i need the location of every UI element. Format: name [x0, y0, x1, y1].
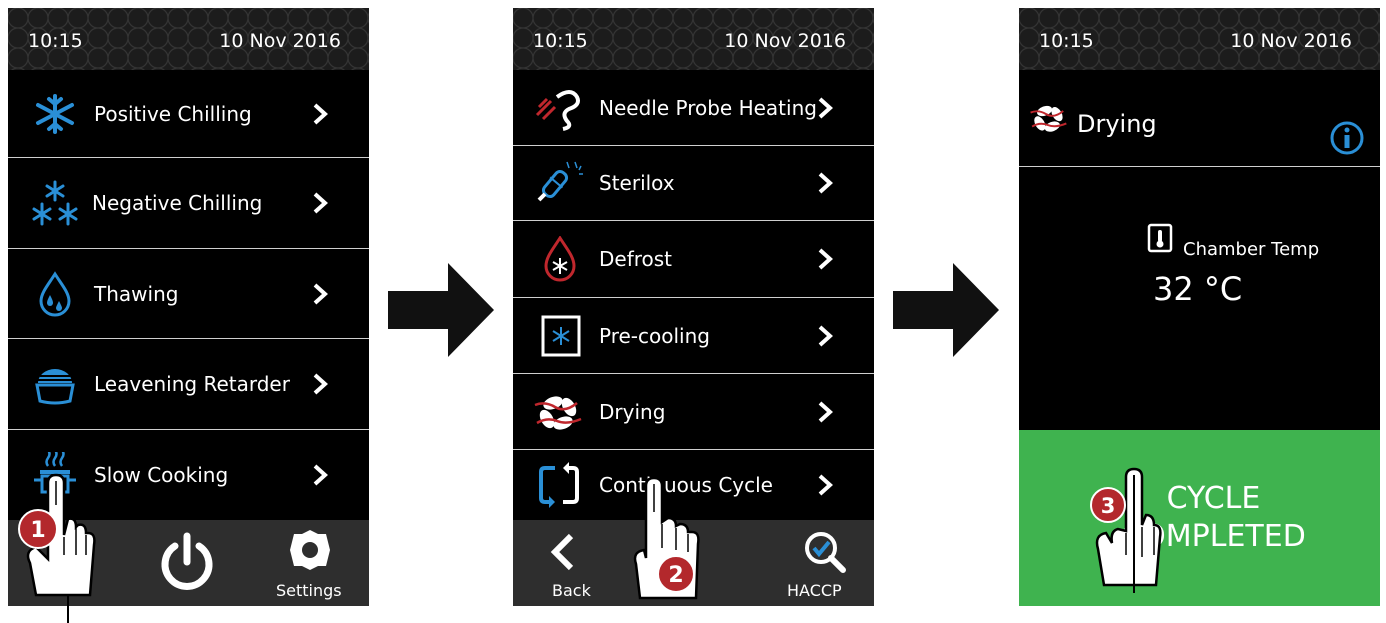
clock: 10:15: [1039, 30, 1094, 52]
cycle-title: Drying: [1077, 110, 1157, 138]
step-badge-1: 1: [30, 518, 45, 543]
menu-item-label: Needle Probe Heating: [599, 95, 817, 120]
status-bar: 10:15 10 Nov 2016: [8, 8, 369, 70]
status-bar: 10:15 10 Nov 2016: [513, 8, 874, 70]
menu-item-label: Positive Chilling: [94, 101, 252, 126]
drying-fan-icon: [534, 395, 582, 430]
info-icon[interactable]: [1329, 120, 1365, 156]
gear-icon: [290, 530, 330, 570]
temp-value: 32 °C: [1153, 270, 1243, 308]
menu-item-leavening-retarder[interactable]: Leavening Retarder: [8, 339, 369, 430]
date: 10 Nov 2016: [219, 30, 341, 52]
water-drop-icon: [39, 270, 71, 316]
menu-item-label: Negative Chilling: [92, 191, 263, 215]
chevron-left-icon: [550, 533, 574, 571]
chevron-right-icon: [818, 401, 833, 422]
screen-drying-cycle: 10:15 10 Nov 2016 Drying Chamber Temp 32…: [1019, 8, 1380, 606]
drying-fan-icon: [1030, 105, 1067, 132]
arrow-right-icon: [388, 263, 494, 357]
settings-label: Settings: [276, 581, 342, 600]
cycle-completed-banner[interactable]: CYCLE COMPLETED: [1019, 430, 1380, 606]
menu-item-pre-cooling[interactable]: Pre-cooling: [513, 298, 874, 374]
needle-probe-icon: [535, 89, 580, 131]
status-bar: 10:15 10 Nov 2016: [1019, 8, 1380, 70]
chevron-right-icon: [818, 325, 833, 346]
chevron-right-icon: [313, 192, 328, 214]
tap-hand-icon: 2: [633, 478, 700, 600]
menu-item-sterilox[interactable]: Sterilox: [513, 146, 874, 221]
date: 10 Nov 2016: [724, 30, 846, 52]
defrost-drop-icon: [544, 236, 576, 282]
haccp-label: HACCP: [787, 581, 842, 600]
menu-item-label: Pre-cooling: [599, 323, 710, 348]
thermometer-icon: [1147, 223, 1173, 253]
chevron-right-icon: [818, 248, 833, 270]
settings-button[interactable]: Settings: [266, 520, 366, 606]
step-badge-2: 2: [668, 563, 683, 588]
menu-item-drying[interactable]: Drying: [513, 374, 874, 450]
menu-item-label: Slow Cooking: [94, 463, 229, 487]
menu-item-label: Thawing: [94, 281, 179, 306]
menu-item-label: Leavening Retarder: [94, 372, 290, 396]
chevron-right-icon: [818, 474, 833, 496]
menu-item-label: Sterilox: [599, 171, 675, 195]
chevron-right-icon: [313, 103, 328, 124]
tap-hand-icon: 1: [18, 473, 96, 623]
clock: 10:15: [28, 30, 83, 52]
uv-lamp-icon: [537, 161, 583, 202]
menu-item-label: Defrost: [599, 247, 673, 271]
chevron-right-icon: [313, 464, 328, 486]
cycle-arrows-icon: [539, 462, 579, 508]
menu-item-defrost[interactable]: Defrost: [513, 221, 874, 298]
power-icon[interactable]: [156, 532, 218, 594]
menu-item-needle-probe-heating[interactable]: Needle Probe Heating: [513, 70, 874, 146]
back-label: Back: [552, 581, 591, 600]
haccp-button[interactable]: HACCP: [777, 520, 871, 606]
chevron-right-icon: [818, 97, 833, 118]
cycle-header: Drying: [1019, 70, 1380, 167]
tap-hand-icon: 3: [1090, 467, 1162, 593]
multi-snowflake-icon: [32, 180, 78, 226]
chevron-right-icon: [313, 373, 328, 395]
step-badge-3: 3: [1101, 494, 1116, 518]
date: 10 Nov 2016: [1230, 30, 1352, 52]
arrow-right-icon: [893, 263, 999, 357]
magnifier-check-icon: [805, 532, 846, 573]
clock: 10:15: [533, 30, 588, 52]
chevron-right-icon: [818, 172, 833, 194]
menu-item-thawing[interactable]: Thawing: [8, 249, 369, 339]
chevron-right-icon: [313, 283, 328, 304]
back-button[interactable]: Back: [527, 520, 607, 606]
precool-box-icon: [541, 315, 581, 356]
snowflake-icon: [36, 93, 74, 134]
menu-item-label: Drying: [599, 399, 666, 424]
menu-item-positive-chilling[interactable]: Positive Chilling: [8, 70, 369, 158]
dough-bowl-icon: [35, 369, 75, 405]
temp-label: Chamber Temp: [1183, 239, 1320, 260]
menu-item-negative-chilling[interactable]: Negative Chilling: [8, 158, 369, 249]
